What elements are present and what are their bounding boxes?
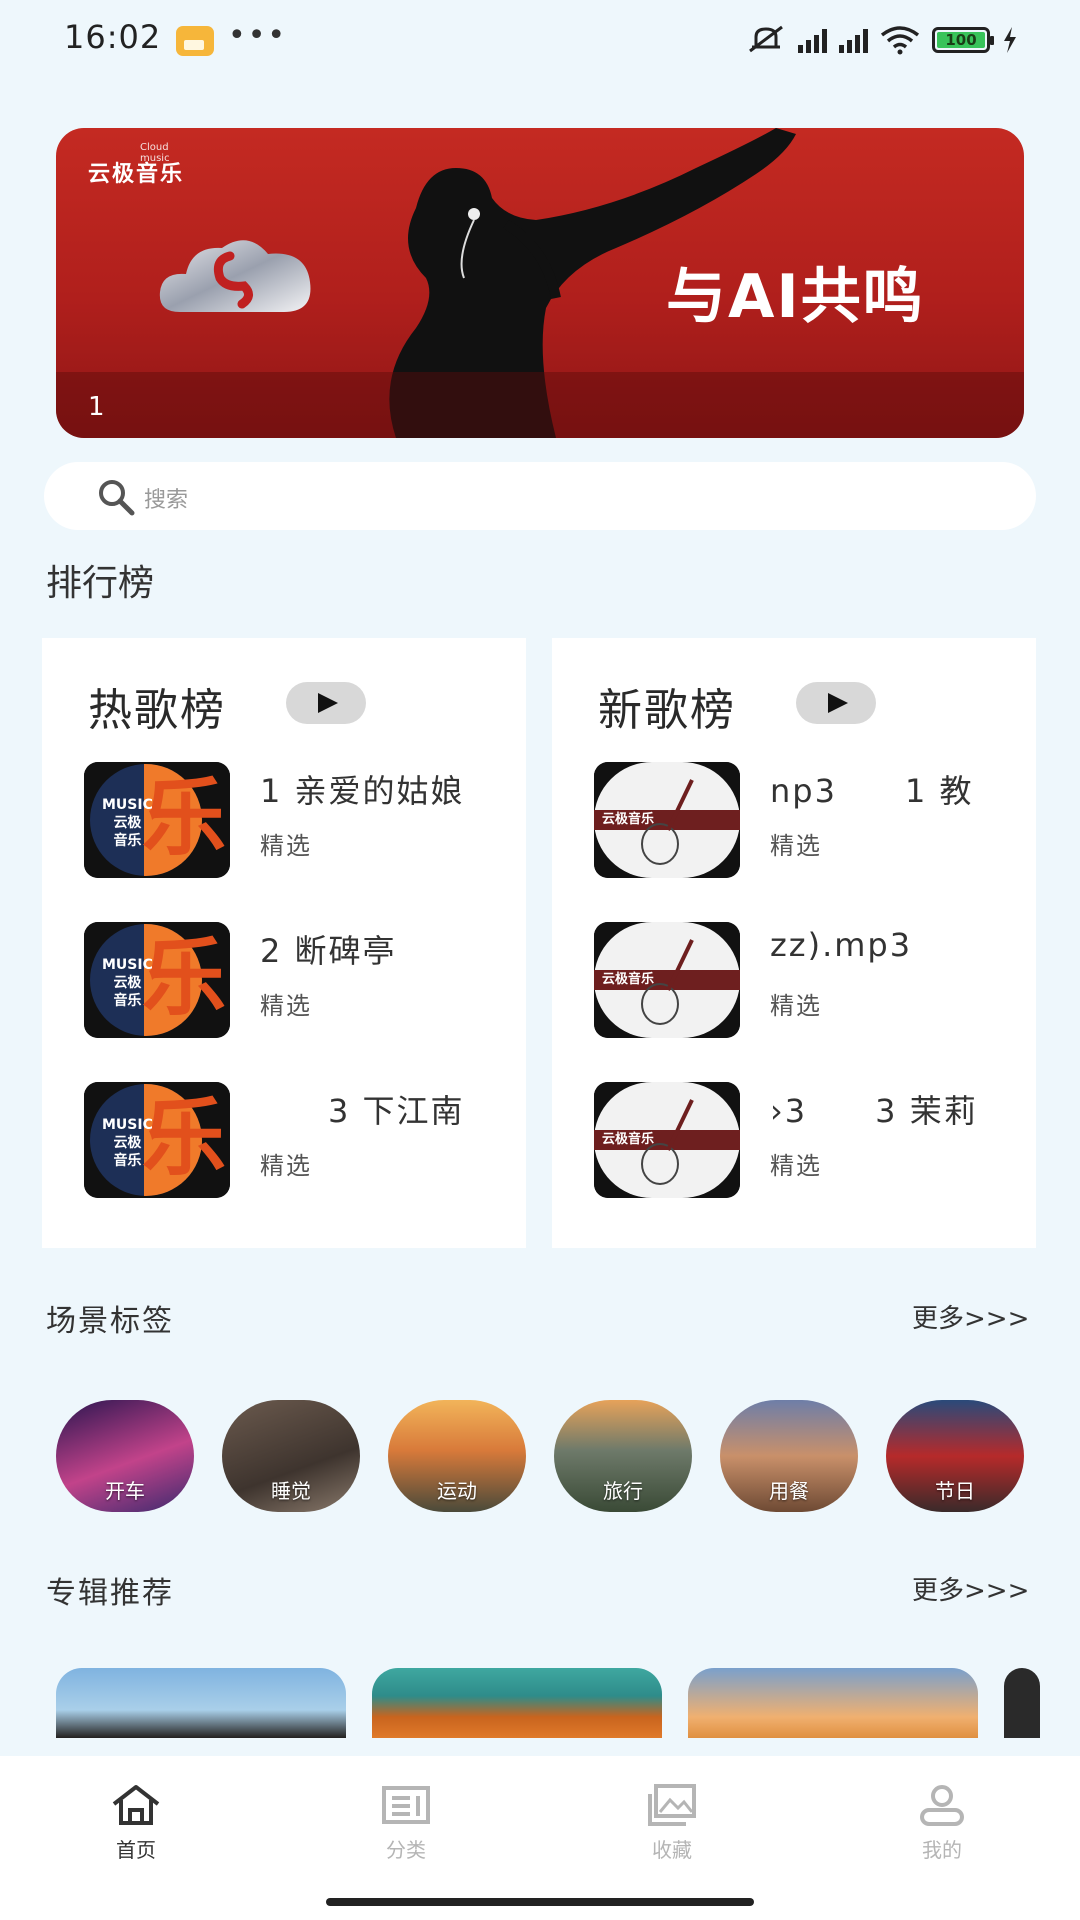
song-row[interactable]: 云极音乐 ›3 3 茉莉 精选: [594, 1082, 1014, 1198]
scenes-more-link[interactable]: 更多>>>: [912, 1298, 1029, 1335]
scene-tag-festival[interactable]: 节日: [886, 1400, 1024, 1512]
status-time: 16:02: [64, 18, 162, 56]
banner-brand-name: 云极音乐: [88, 162, 185, 187]
album-cover: 云极音乐: [594, 922, 740, 1038]
song-row[interactable]: 乐 MUSIC 云极 音乐 1 亲爱的姑娘 精选: [84, 762, 504, 878]
promo-banner[interactable]: 云极音乐 Cloud music 与AI共鸣 1: [56, 128, 1024, 438]
gallery-icon: [648, 1784, 696, 1826]
battery-level: 100: [937, 32, 985, 48]
album-card[interactable]: [56, 1668, 346, 1738]
scene-label: 开车: [105, 1479, 145, 1503]
banner-slogan: 与AI共鸣: [666, 262, 925, 332]
list-icon: [382, 1786, 430, 1824]
scene-label: 用餐: [769, 1479, 809, 1503]
album-cover: 云极音乐: [594, 1082, 740, 1198]
scene-tag-dining[interactable]: 用餐: [720, 1400, 858, 1512]
album-cover: 乐 MUSIC 云极 音乐: [84, 922, 230, 1038]
song-tag: 精选: [260, 992, 312, 1020]
song-tag: 精选: [770, 992, 822, 1020]
rank-card-hot[interactable]: 热歌榜 乐 MUSIC 云极 音乐 1 亲爱的姑娘 精选 乐 MUSIC 云极 音乐 2 断…: [42, 638, 526, 1248]
status-bar: 16:02 ••• 100: [0, 0, 1080, 80]
song-title: np3 1 教: [770, 772, 974, 810]
banner-footer: [56, 372, 1024, 438]
scene-tag-travel[interactable]: 旅行: [554, 1400, 692, 1512]
album-card[interactable]: [1004, 1668, 1040, 1738]
banner-brand-sub: Cloud music: [140, 142, 170, 164]
albums-title: 专辑推荐: [46, 1576, 174, 1611]
song-title: ›3 3 茉莉: [770, 1092, 978, 1130]
song-title: zz).mp3: [770, 926, 913, 964]
user-icon: [920, 1785, 964, 1826]
gesture-home-bar[interactable]: [326, 1898, 754, 1906]
scenes-title: 场景标签: [46, 1304, 174, 1339]
bottom-nav: 首页 分类 收藏 我的: [0, 1756, 1080, 1920]
signal-hd-icon: [798, 27, 827, 53]
cloud-logo-icon: [159, 240, 311, 312]
nav-profile[interactable]: 我的: [882, 1784, 1002, 1863]
play-all-button[interactable]: [286, 682, 366, 724]
status-icons: 100: [746, 20, 1018, 60]
banner-brand: 云极音乐 Cloud music: [88, 142, 185, 188]
nav-label: 首页: [116, 1838, 156, 1862]
scene-tag-sleep[interactable]: 睡觉: [222, 1400, 360, 1512]
more-notifications-icon: •••: [228, 18, 288, 53]
nav-home[interactable]: 首页: [76, 1784, 196, 1863]
scene-label: 运动: [437, 1479, 477, 1503]
scene-label: 睡觉: [271, 1479, 311, 1503]
nav-favorites[interactable]: 收藏: [612, 1784, 732, 1863]
album-card[interactable]: [372, 1668, 662, 1738]
rank-card-title: 热歌榜: [88, 685, 226, 736]
scene-label: 旅行: [603, 1479, 643, 1503]
album-cover: 乐 MUSIC 云极 音乐: [84, 762, 230, 878]
battery-icon: 100: [932, 27, 994, 53]
song-row[interactable]: 云极音乐 np3 1 教 精选: [594, 762, 1014, 878]
banner-index: 1: [88, 392, 105, 422]
song-title: 2 断碑亭: [260, 932, 397, 970]
signal-hd-icon-2: [839, 27, 868, 53]
home-icon: [112, 1785, 160, 1825]
scene-tag-driving[interactable]: 开车: [56, 1400, 194, 1512]
nav-label: 收藏: [652, 1838, 692, 1862]
nav-category[interactable]: 分类: [346, 1784, 466, 1863]
song-tag: 精选: [770, 1152, 822, 1180]
song-tag: 精选: [260, 1152, 312, 1180]
nav-label: 我的: [922, 1838, 962, 1862]
mute-icon: [749, 25, 783, 53]
albums-more-link[interactable]: 更多>>>: [912, 1570, 1029, 1607]
album-cover: 乐 MUSIC 云极 音乐: [84, 1082, 230, 1198]
play-all-button[interactable]: [796, 682, 876, 724]
charging-icon: [1004, 27, 1016, 53]
album-cover: 云极音乐: [594, 762, 740, 878]
song-title: 3 下江南: [260, 1092, 465, 1130]
search-input[interactable]: 搜索: [144, 482, 188, 514]
ranking-title: 排行榜: [46, 563, 155, 604]
app-notification-icon: [176, 26, 214, 56]
scene-tag-sports[interactable]: 运动: [388, 1400, 526, 1512]
rank-card-title: 新歌榜: [598, 685, 736, 736]
song-row[interactable]: 云极音乐 zz).mp3 精选: [594, 922, 1014, 1038]
rank-card-new[interactable]: 新歌榜 云极音乐 np3 1 教 精选 云极音乐 zz).mp3 精选 云极音乐…: [552, 638, 1036, 1248]
song-row[interactable]: 乐 MUSIC 云极 音乐 2 断碑亭 精选: [84, 922, 504, 1038]
wifi-icon: [880, 26, 920, 55]
song-row[interactable]: 乐 MUSIC 云极 音乐 3 下江南 精选: [84, 1082, 504, 1198]
song-tag: 精选: [770, 832, 822, 860]
album-card[interactable]: [688, 1668, 978, 1738]
search-bar[interactable]: 搜索: [44, 462, 1036, 530]
nav-label: 分类: [386, 1838, 426, 1862]
scene-label: 节日: [935, 1479, 975, 1503]
song-title: 1 亲爱的姑娘: [260, 772, 465, 810]
song-tag: 精选: [260, 832, 312, 860]
search-icon: [99, 480, 135, 516]
